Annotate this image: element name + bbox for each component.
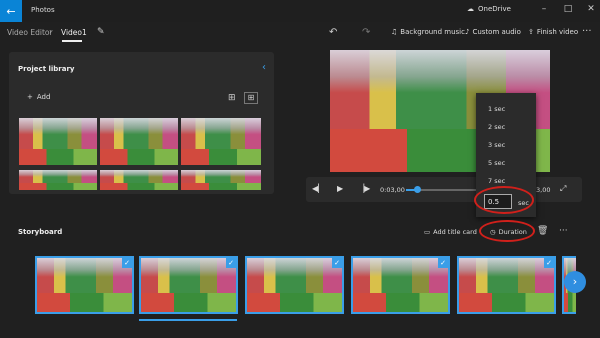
more-icon[interactable]: ··· bbox=[559, 226, 568, 236]
small-grid-icon[interactable]: ⊞ bbox=[244, 92, 258, 104]
library-title: Project library bbox=[18, 65, 75, 73]
chevron-right-icon: › bbox=[572, 275, 578, 288]
back-button[interactable]: ← bbox=[0, 0, 22, 22]
clip-duration: ▣ 3,0 bbox=[462, 301, 483, 309]
library-thumbnail[interactable] bbox=[19, 170, 97, 190]
duration-option[interactable]: 2 sec bbox=[488, 123, 505, 131]
duration-option[interactable]: 5 sec bbox=[488, 159, 505, 167]
redo-icon[interactable]: ↷ bbox=[362, 27, 370, 38]
pencil-icon[interactable]: ✎ bbox=[97, 27, 105, 37]
clip-duration: ▣ 3,0 bbox=[250, 301, 271, 309]
export-icon: ⇪ bbox=[528, 28, 534, 36]
selected-clip-indicator bbox=[139, 319, 237, 321]
clip-duration-value: 3,0 bbox=[471, 301, 483, 309]
clip-duration: ▣ 3,0 bbox=[144, 301, 165, 309]
add-button[interactable]: + Add bbox=[27, 93, 50, 101]
music-icon: ♫ bbox=[391, 28, 398, 36]
image-icon: ▣ bbox=[250, 301, 257, 309]
duration-option[interactable]: 1 sec bbox=[488, 105, 505, 113]
add-label: Add bbox=[36, 93, 51, 101]
chevron-right-icon: › bbox=[49, 27, 53, 36]
background-music-label: Background music bbox=[400, 28, 465, 36]
background-music-button[interactable]: ♫ Background music bbox=[391, 28, 465, 36]
duration-option[interactable]: 7 sec bbox=[488, 177, 505, 185]
fullscreen-icon[interactable]: ⤢ bbox=[560, 184, 566, 194]
annotation-circle bbox=[479, 220, 535, 242]
clip-duration: ▣ 3,0 bbox=[40, 301, 61, 309]
add-title-card-label: Add title card bbox=[433, 228, 477, 236]
library-thumbnail[interactable] bbox=[19, 118, 97, 165]
current-time: 0:03,00 bbox=[380, 186, 405, 194]
storyboard-clip[interactable]: ✓ ▣ 3,0 bbox=[351, 256, 450, 314]
maximize-icon[interactable]: □ bbox=[561, 4, 575, 14]
storyboard-clip[interactable]: ✓ ▣ 3,0 bbox=[139, 256, 238, 314]
image-icon: ▣ bbox=[144, 301, 151, 309]
library-thumbnail[interactable] bbox=[100, 170, 178, 190]
library-thumbnail[interactable] bbox=[100, 118, 178, 165]
storyboard-clip[interactable]: ✓ ▣ 3,0 bbox=[35, 256, 134, 314]
clip-duration-value: 3,0 bbox=[365, 301, 377, 309]
breadcrumb-video-editor[interactable]: Video Editor bbox=[7, 28, 53, 37]
back-arrow-icon: ← bbox=[6, 4, 16, 18]
breadcrumb-underline bbox=[62, 40, 82, 42]
end-time: 3,00 bbox=[536, 186, 551, 194]
app-title: Photos bbox=[31, 6, 55, 14]
play-icon[interactable]: ▶ bbox=[337, 184, 343, 193]
storyboard-clip[interactable]: ✓ ▣ 3,0 bbox=[457, 256, 556, 314]
cloud-icon: ☁ bbox=[467, 5, 474, 13]
undo-icon[interactable]: ↶ bbox=[329, 27, 337, 38]
onedrive-status[interactable]: ☁ OneDrive bbox=[467, 5, 511, 13]
library-thumbnail[interactable] bbox=[181, 118, 261, 165]
library-thumbnail[interactable] bbox=[181, 170, 261, 190]
storyboard-title: Storyboard bbox=[18, 228, 63, 236]
custom-audio-button[interactable]: ♪ Custom audio bbox=[465, 28, 521, 36]
clip-duration-value: 3,0 bbox=[259, 301, 271, 309]
image-icon: ▣ bbox=[40, 301, 47, 309]
next-frame-icon[interactable]: ▕▶ bbox=[358, 184, 370, 193]
custom-audio-label: Custom audio bbox=[472, 28, 521, 36]
chevron-left-icon[interactable]: ‹ bbox=[262, 62, 266, 73]
checkbox-icon[interactable]: ✓ bbox=[438, 258, 448, 268]
more-icon[interactable]: ··· bbox=[582, 26, 592, 37]
audio-icon: ♪ bbox=[465, 28, 470, 36]
finish-video-label: Finish video bbox=[536, 28, 579, 36]
plus-icon: + bbox=[27, 93, 33, 101]
image-icon: ▣ bbox=[462, 301, 469, 309]
close-icon[interactable]: ✕ bbox=[584, 4, 598, 14]
minimize-icon[interactable]: – bbox=[537, 4, 551, 14]
clip-duration-value: 3,0 bbox=[49, 301, 61, 309]
title-card-icon: ▭ bbox=[424, 228, 431, 236]
add-title-card-button[interactable]: ▭ Add title card bbox=[424, 228, 477, 236]
clip-duration-value: 3,0 bbox=[153, 301, 165, 309]
checkbox-icon[interactable]: ✓ bbox=[226, 258, 236, 268]
seek-thumb[interactable] bbox=[413, 186, 421, 193]
checkbox-icon[interactable]: ✓ bbox=[332, 258, 342, 268]
trash-icon[interactable]: 🗑 bbox=[537, 226, 548, 236]
checkbox-icon[interactable]: ✓ bbox=[544, 258, 554, 268]
scroll-right-button[interactable]: › bbox=[564, 271, 586, 293]
clip-duration: ▣ 3,0 bbox=[356, 301, 377, 309]
large-grid-icon[interactable]: ⊞ bbox=[228, 93, 236, 103]
breadcrumb-current[interactable]: Video1 bbox=[61, 28, 87, 37]
onedrive-label: OneDrive bbox=[478, 5, 511, 13]
image-icon: ▣ bbox=[356, 301, 363, 309]
storyboard-clip[interactable]: ✓ ▣ 3,0 bbox=[245, 256, 344, 314]
previous-frame-icon[interactable]: ◀▏ bbox=[312, 184, 324, 193]
finish-video-button[interactable]: ⇪ Finish video bbox=[528, 28, 578, 36]
checkbox-icon[interactable]: ✓ bbox=[122, 258, 132, 268]
duration-option[interactable]: 3 sec bbox=[488, 141, 505, 149]
annotation-circle bbox=[474, 186, 534, 214]
